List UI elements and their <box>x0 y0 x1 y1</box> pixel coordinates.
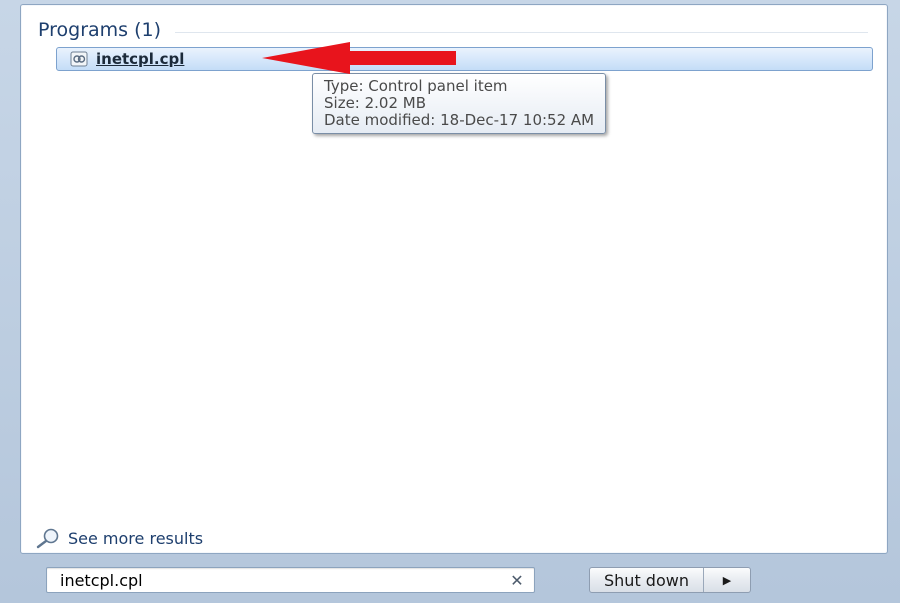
arrow-shape <box>262 42 456 74</box>
start-menu-bottom-bar: ✕ Shut down ▶ <box>0 553 900 603</box>
start-menu-window: Programs (1) inetcpl.cpl Type: Control p… <box>0 0 900 603</box>
tooltip-date-modified: Date modified: 18-Dec-17 10:52 AM <box>324 111 595 129</box>
tooltip-size: Size: 2.02 MB <box>324 94 427 112</box>
see-more-results-link[interactable]: See more results <box>35 527 203 549</box>
file-info-tooltip: Type: Control panel item Size: 2.02 MB D… <box>312 73 607 134</box>
shutdown-split-button: Shut down ▶ <box>589 567 751 593</box>
search-result-label[interactable]: inetcpl.cpl <box>96 50 184 68</box>
search-icon <box>36 528 59 549</box>
start-search-box[interactable]: ✕ <box>46 567 535 593</box>
section-divider <box>175 31 868 33</box>
start-search-input[interactable] <box>47 568 506 592</box>
clear-search-icon[interactable]: ✕ <box>506 571 528 590</box>
tooltip-type: Type: Control panel item <box>324 77 508 95</box>
search-result-item[interactable]: inetcpl.cpl <box>56 47 873 71</box>
red-annotation-arrow <box>262 42 456 74</box>
programs-section-title: Programs (1) <box>38 19 162 41</box>
search-results-panel: Programs (1) inetcpl.cpl Type: Control p… <box>20 4 888 554</box>
control-panel-item-icon <box>70 51 88 67</box>
see-more-results-label[interactable]: See more results <box>68 529 203 548</box>
shutdown-options-arrow-icon[interactable]: ▶ <box>704 568 750 592</box>
shutdown-button[interactable]: Shut down <box>590 568 704 592</box>
